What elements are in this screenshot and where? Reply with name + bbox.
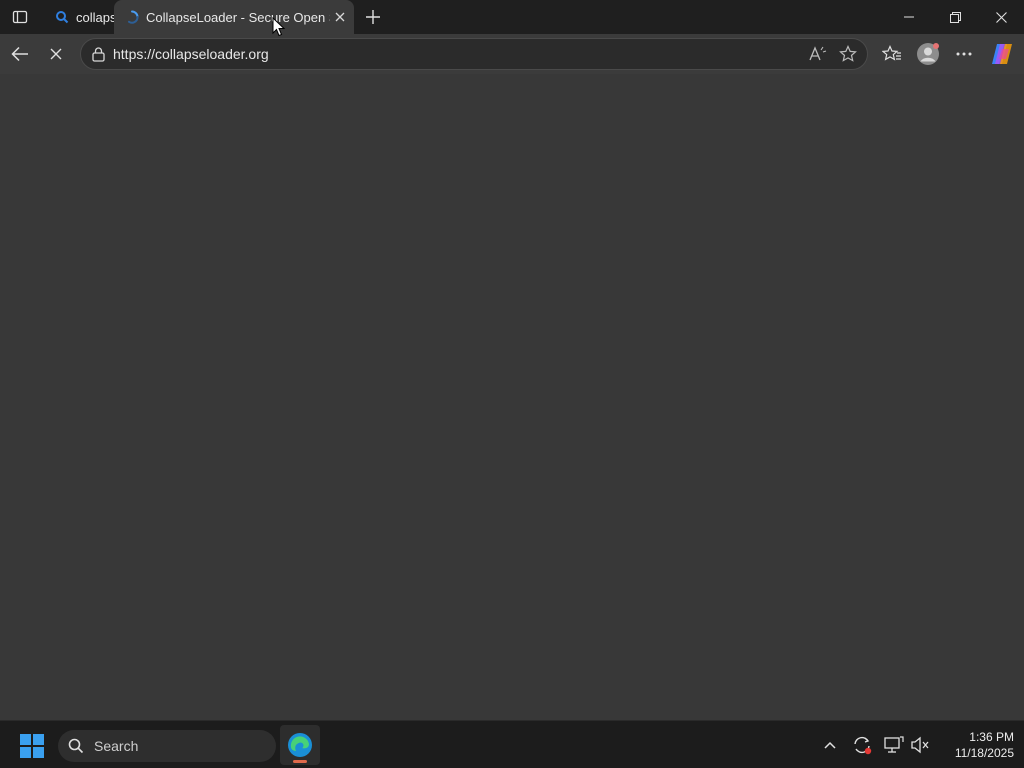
read-aloud-icon — [809, 46, 827, 61]
new-tab-button[interactable] — [360, 4, 386, 30]
network-status-button[interactable] — [880, 731, 908, 759]
windows-taskbar: Search 1:36 PM 11/18/2025 — [0, 720, 1024, 768]
minimize-icon — [904, 16, 914, 18]
close-icon — [50, 48, 62, 60]
sync-status-button[interactable] — [848, 731, 876, 759]
edge-taskbar-app[interactable] — [280, 725, 320, 765]
volume-muted-button[interactable] — [906, 731, 934, 759]
minimize-button[interactable] — [886, 0, 932, 34]
tab-title: CollapseLoader - Secure Open Source Clie… — [146, 9, 330, 25]
restore-icon — [949, 11, 961, 23]
copilot-icon — [992, 44, 1012, 64]
search-icon — [54, 9, 70, 25]
plus-icon — [366, 10, 380, 24]
tab-collapseloader[interactable]: CollapseLoader - Secure Open Source Clie… — [114, 0, 354, 34]
sync-icon — [854, 736, 872, 755]
tab-actions-icon — [12, 10, 28, 24]
favorites-icon — [882, 45, 901, 61]
tab-strip: collaps CollapseLoader - Secure Open Sou… — [0, 0, 1024, 34]
close-icon — [335, 12, 345, 22]
system-clock[interactable]: 1:36 PM 11/18/2025 — [936, 729, 1014, 761]
clock-time: 1:36 PM — [969, 730, 1014, 744]
favorite-button[interactable] — [833, 39, 863, 69]
favorites-button[interactable] — [876, 38, 908, 70]
show-hidden-icons-button[interactable] — [816, 731, 844, 759]
mouse-cursor-icon — [272, 17, 286, 37]
taskbar-search[interactable]: Search — [58, 730, 276, 762]
close-icon — [995, 11, 1007, 23]
start-button[interactable] — [14, 731, 50, 761]
lock-icon — [91, 46, 105, 62]
loading-spinner-icon — [124, 9, 140, 25]
profile-button[interactable] — [912, 38, 944, 70]
search-placeholder: Search — [94, 738, 139, 754]
avatar-icon — [917, 43, 939, 65]
tab-collaps[interactable]: collaps — [44, 0, 114, 34]
stop-loading-button[interactable] — [40, 38, 72, 70]
read-aloud-button[interactable] — [803, 39, 833, 69]
search-icon — [58, 738, 94, 754]
address-bar[interactable]: https://collapseloader.org — [80, 38, 868, 70]
chevron-up-icon — [824, 741, 836, 749]
active-app-indicator — [293, 760, 307, 763]
star-icon — [839, 45, 857, 62]
tab-actions-button[interactable] — [6, 5, 34, 29]
copilot-button[interactable] — [986, 38, 1018, 70]
windows-logo-icon — [20, 734, 44, 758]
site-info-button[interactable] — [83, 46, 113, 62]
speaker-muted-icon — [911, 736, 929, 754]
restore-button[interactable] — [932, 0, 978, 34]
network-icon — [884, 736, 904, 753]
more-icon — [956, 52, 972, 56]
close-window-button[interactable] — [978, 0, 1024, 34]
browser-toolbar: https://collapseloader.org — [0, 34, 1024, 74]
page-content[interactable] — [0, 74, 1024, 720]
edge-icon — [288, 733, 312, 757]
arrow-left-icon — [11, 46, 28, 62]
close-tab-button[interactable] — [330, 7, 350, 27]
tab-title: collaps — [76, 9, 114, 25]
back-button[interactable] — [4, 38, 36, 70]
url-text[interactable]: https://collapseloader.org — [113, 46, 803, 62]
clock-date: 11/18/2025 — [954, 746, 1014, 760]
settings-menu-button[interactable] — [948, 38, 980, 70]
